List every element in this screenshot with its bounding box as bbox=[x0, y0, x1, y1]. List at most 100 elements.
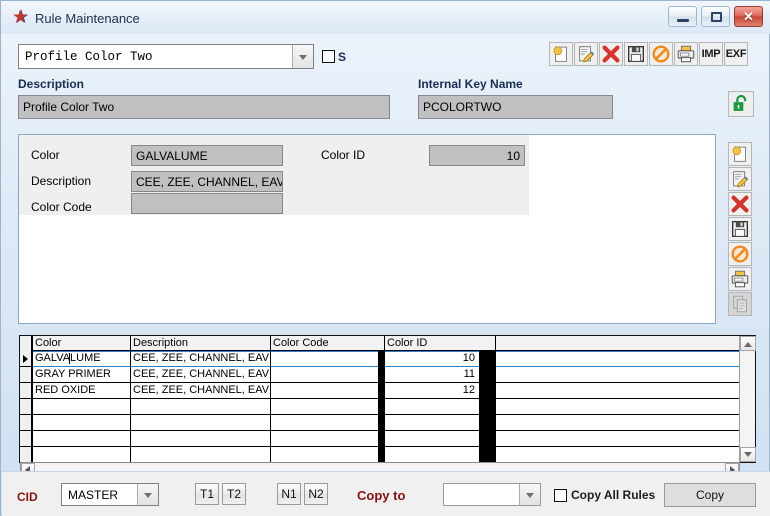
grid-cell-description[interactable]: CEE, ZEE, CHANNEL, EAVE bbox=[131, 383, 269, 399]
description-field[interactable]: Profile Color Two bbox=[18, 95, 390, 119]
grid-column-header[interactable]: Description bbox=[131, 336, 269, 351]
rule-maintenance-window: ★ Rule Maintenance ✕ Profile Color Two S… bbox=[0, 0, 770, 516]
grid-cell-color_code[interactable] bbox=[271, 399, 377, 415]
detail-save-button[interactable] bbox=[728, 217, 752, 241]
export-button-label: EXF bbox=[725, 48, 747, 60]
grid-cell-color_code[interactable] bbox=[271, 415, 377, 431]
rule-select-value: Profile Color Two bbox=[25, 49, 153, 64]
print-button[interactable] bbox=[674, 42, 698, 66]
grid-column-header[interactable]: Color bbox=[33, 336, 129, 351]
grid-cell-color_id[interactable]: 12 bbox=[385, 383, 478, 399]
cid-select-combo[interactable]: MASTER bbox=[61, 483, 159, 506]
grid-cell-color_code[interactable] bbox=[271, 383, 377, 399]
detail-print-button[interactable] bbox=[728, 267, 752, 291]
grid-row-header[interactable] bbox=[20, 399, 32, 415]
edit-record-button[interactable] bbox=[574, 42, 598, 66]
copy-button[interactable]: Copy bbox=[664, 483, 756, 507]
grid-cell-description[interactable] bbox=[131, 415, 269, 431]
copy-to-label: Copy to bbox=[357, 488, 406, 503]
grid-cell-color[interactable] bbox=[33, 431, 129, 447]
grid-collapsed-column[interactable] bbox=[378, 351, 384, 462]
grid-cell-color_id[interactable] bbox=[385, 415, 478, 431]
detail-new-button[interactable] bbox=[728, 142, 752, 166]
detail-color-id-label: Color ID bbox=[321, 148, 366, 162]
maximize-icon bbox=[711, 12, 722, 22]
n1-button[interactable]: N1 bbox=[277, 483, 301, 505]
grid-cell-color[interactable] bbox=[33, 399, 129, 415]
grid-cell-color_code[interactable] bbox=[271, 447, 377, 462]
chevron-down-icon[interactable] bbox=[292, 45, 313, 68]
cid-chevron-down-icon[interactable] bbox=[137, 484, 158, 505]
data-grid[interactable]: Color Description Color Code Color ID GALVAL… bbox=[19, 335, 756, 463]
save-record-button[interactable] bbox=[624, 42, 648, 66]
grid-cell-color[interactable]: RED OXIDE bbox=[33, 383, 129, 399]
grid-cell-color_id[interactable] bbox=[385, 431, 478, 447]
grid-cell-color[interactable]: GALVALUME bbox=[33, 351, 129, 367]
grid-cell-description[interactable]: CEE, ZEE, CHANNEL, EAVE bbox=[131, 351, 269, 367]
cancel-record-button[interactable] bbox=[649, 42, 673, 66]
grid-cell-description[interactable]: CEE, ZEE, CHANNEL, EAVE bbox=[131, 367, 269, 383]
detail-color-code-label: Color Code bbox=[31, 200, 92, 214]
grid-column-divider bbox=[495, 336, 496, 462]
grid-row-header[interactable] bbox=[20, 431, 32, 447]
t2-button[interactable]: T2 bbox=[222, 483, 246, 505]
grid-vertical-scrollbar[interactable] bbox=[739, 336, 756, 462]
detail-color-code-field[interactable] bbox=[131, 193, 283, 214]
grid-cell-color_id[interactable]: 10 bbox=[385, 351, 478, 367]
unlock-button[interactable] bbox=[728, 91, 754, 117]
maximize-button[interactable] bbox=[701, 6, 730, 27]
grid-column-header[interactable]: Color Code bbox=[271, 336, 377, 351]
detail-description-field[interactable]: CEE, ZEE, CHANNEL, EAV bbox=[131, 171, 283, 192]
copy-all-rules-checkbox[interactable] bbox=[554, 489, 567, 502]
detail-edit-button[interactable] bbox=[728, 167, 752, 191]
grid-row-header[interactable] bbox=[20, 447, 32, 462]
detail-color-field[interactable]: GALVALUME bbox=[131, 145, 283, 166]
grid-row-header[interactable] bbox=[20, 367, 32, 383]
export-button[interactable]: EXF bbox=[724, 42, 748, 66]
copy-to-combo[interactable] bbox=[443, 483, 541, 506]
grid-cell-description[interactable] bbox=[131, 399, 269, 415]
grid-cell-color_id[interactable] bbox=[385, 399, 478, 415]
grid-column-divider bbox=[384, 336, 385, 462]
rule-select-combo[interactable]: Profile Color Two bbox=[18, 44, 314, 69]
description-label: Description bbox=[18, 77, 85, 91]
detail-color-label: Color bbox=[31, 148, 60, 162]
import-button[interactable]: IMP bbox=[699, 42, 723, 66]
s-checkbox[interactable] bbox=[322, 50, 335, 63]
delete-x-icon bbox=[602, 45, 620, 63]
grid-cell-description[interactable] bbox=[131, 431, 269, 447]
new-record-button[interactable] bbox=[549, 42, 573, 66]
delete-record-button[interactable] bbox=[599, 42, 623, 66]
grid-cell-color[interactable]: GRAY PRIMER bbox=[33, 367, 129, 383]
n2-button[interactable]: N2 bbox=[304, 483, 328, 505]
grid-cell-color_code[interactable] bbox=[271, 351, 377, 367]
grid-row-header[interactable] bbox=[20, 383, 32, 399]
detail-delete-button[interactable] bbox=[728, 192, 752, 216]
minimize-button[interactable] bbox=[668, 6, 697, 27]
window-controls: ✕ bbox=[668, 6, 763, 28]
printer-icon bbox=[677, 45, 695, 63]
close-button[interactable]: ✕ bbox=[734, 6, 763, 27]
grid-cell-color_id[interactable]: 11 bbox=[385, 367, 478, 383]
grid-collapsed-column[interactable] bbox=[479, 351, 495, 462]
scroll-up-button[interactable] bbox=[740, 336, 756, 351]
save-floppy-icon bbox=[628, 46, 644, 62]
grid-cell-description[interactable] bbox=[131, 447, 269, 462]
grid-cell-color_code[interactable] bbox=[271, 431, 377, 447]
text-cursor bbox=[69, 353, 70, 364]
grid-cell-color_id[interactable] bbox=[385, 447, 478, 462]
detail-copy-button bbox=[728, 292, 752, 316]
internal-key-name-field[interactable]: PCOLORTWO bbox=[418, 95, 613, 119]
detail-cancel-button[interactable] bbox=[728, 242, 752, 266]
copy-to-chevron-down-icon[interactable] bbox=[519, 484, 540, 505]
grid-cell-color[interactable] bbox=[33, 415, 129, 431]
grid-row-header[interactable] bbox=[20, 415, 32, 431]
t1-button[interactable]: T1 bbox=[195, 483, 219, 505]
grid-cell-color[interactable] bbox=[33, 447, 129, 462]
detail-color-id-field[interactable]: 10 bbox=[429, 145, 525, 166]
grid-column-divider bbox=[32, 336, 33, 462]
scroll-down-button[interactable] bbox=[740, 447, 756, 462]
cid-label: CID bbox=[17, 490, 38, 504]
grid-cell-color_code[interactable] bbox=[271, 367, 377, 383]
grid-column-header[interactable]: Color ID bbox=[385, 336, 478, 351]
